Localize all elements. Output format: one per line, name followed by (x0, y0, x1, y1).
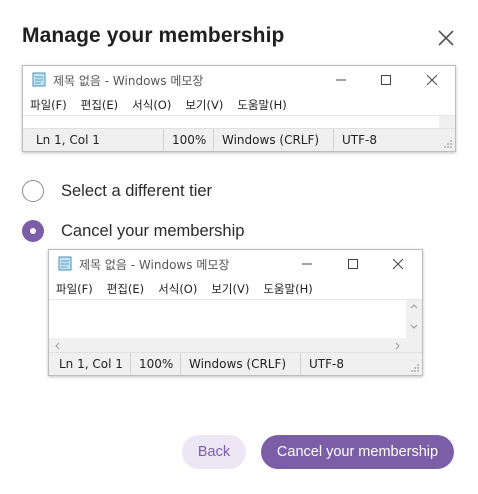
menu-help[interactable]: 도움말(H) (256, 277, 319, 299)
status-zoom: 100% (139, 357, 174, 371)
notepad-menubar: 파일(F) 편집(E) 서식(O) 보기(V) 도움말(H) (23, 93, 455, 115)
menu-file[interactable]: 파일(F) (49, 277, 100, 299)
scroll-up-icon[interactable] (410, 303, 418, 309)
notepad-titlebar[interactable]: 제목 없음 - Windows 메모장 (49, 250, 422, 277)
resize-grip-icon[interactable] (410, 363, 420, 373)
notepad-title: 제목 없음 - Windows 메모장 (53, 74, 204, 88)
menu-edit[interactable]: 편집(E) (74, 93, 125, 115)
option-cancel-membership-label: Cancel your membership (61, 221, 245, 240)
close-icon[interactable] (436, 28, 456, 48)
scroll-down-icon[interactable] (410, 324, 418, 330)
notepad-title: 제목 없음 - Windows 메모장 (79, 258, 230, 272)
dialog-title: Manage your membership (22, 24, 285, 47)
status-position: Ln 1, Col 1 (36, 133, 100, 147)
resize-grip-icon[interactable] (443, 139, 453, 149)
minimize-icon[interactable] (284, 250, 330, 277)
status-line-ending: Windows (CRLF) (189, 357, 287, 371)
notepad-app-icon (32, 72, 46, 87)
horizontal-scrollbar[interactable] (49, 338, 406, 353)
status-encoding: UTF-8 (342, 133, 377, 147)
notepad-statusbar: Ln 1, Col 1 100% Windows (CRLF) UTF-8 (49, 352, 422, 375)
window-close-icon[interactable] (375, 250, 421, 277)
cancel-membership-button[interactable]: Cancel your membership (261, 435, 454, 469)
maximize-icon[interactable] (330, 250, 376, 277)
status-encoding: UTF-8 (309, 357, 344, 371)
radio-different-tier[interactable] (22, 180, 44, 202)
membership-dialog: Manage your membership 제목 없음 - Windows 메… (0, 0, 478, 494)
menu-format[interactable]: 서식(O) (125, 93, 178, 115)
minimize-icon[interactable] (318, 66, 364, 93)
maximize-icon[interactable] (363, 66, 409, 93)
menu-view[interactable]: 보기(V) (204, 277, 256, 299)
menu-help[interactable]: 도움말(H) (230, 93, 293, 115)
notepad-titlebar[interactable]: 제목 없음 - Windows 메모장 (23, 66, 455, 93)
window-close-icon[interactable] (409, 66, 455, 93)
back-button[interactable]: Back (182, 435, 246, 469)
status-line-ending: Windows (CRLF) (222, 133, 320, 147)
notepad-statusbar: Ln 1, Col 1 100% Windows (CRLF) UTF-8 (23, 128, 455, 151)
vertical-scrollbar[interactable] (406, 300, 422, 338)
menu-format[interactable]: 서식(O) (151, 277, 204, 299)
status-position: Ln 1, Col 1 (59, 357, 123, 371)
scroll-left-icon[interactable] (54, 342, 60, 350)
option-different-tier-label: Select a different tier (61, 181, 213, 200)
option-cancel-membership[interactable]: Cancel your membership (22, 218, 244, 244)
notepad-app-icon (58, 256, 72, 271)
notepad-window-bottom[interactable]: 제목 없음 - Windows 메모장 파일(F) 편집(E) 서식(O) 보기… (48, 249, 423, 376)
menu-edit[interactable]: 편집(E) (100, 277, 151, 299)
notepad-menubar: 파일(F) 편집(E) 서식(O) 보기(V) 도움말(H) (49, 277, 422, 299)
scroll-right-icon[interactable] (395, 342, 401, 350)
notepad-text-area[interactable] (23, 115, 455, 129)
menu-file[interactable]: 파일(F) (23, 93, 74, 115)
notepad-text-area[interactable] (49, 299, 422, 353)
radio-cancel-membership[interactable] (22, 220, 44, 242)
menu-view[interactable]: 보기(V) (178, 93, 230, 115)
option-different-tier[interactable]: Select a different tier (22, 178, 212, 204)
notepad-window-top[interactable]: 제목 없음 - Windows 메모장 파일(F) 편집(E) 서식(O) 보기… (22, 65, 456, 152)
scrollbar-corner (406, 338, 422, 353)
status-zoom: 100% (172, 133, 207, 147)
